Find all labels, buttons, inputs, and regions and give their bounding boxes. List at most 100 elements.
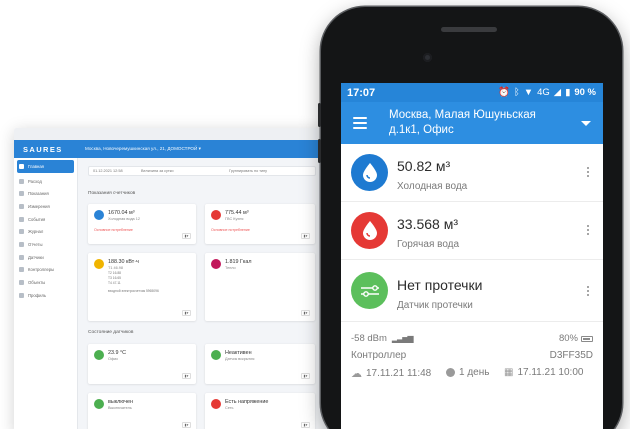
sensor-value: 23.9 °C xyxy=(108,350,127,356)
sync-period-value: 1 день xyxy=(459,367,490,378)
sensor-menu-button[interactable]: ▮▾ xyxy=(182,422,191,428)
sensor-value: выключен xyxy=(108,399,134,405)
sidebar-item[interactable]: Расход xyxy=(14,175,77,188)
list-item[interactable]: Нет протечки Датчик протечки xyxy=(341,260,603,322)
sidebar-item-label: Объекты xyxy=(28,280,46,286)
status-bar: 17:07 ⏰ ᛒ ▼ 4G ◢ ▮ 90 % xyxy=(341,83,603,102)
cloud-upload-icon: ☁ xyxy=(351,368,362,380)
meter-card[interactable]: 1.819 Гкал Тепло ▮▾ xyxy=(205,253,315,321)
volume-button xyxy=(318,139,321,163)
switch-icon xyxy=(94,399,104,409)
sidebar-item[interactable]: Главная xyxy=(17,160,74,173)
sensor-menu-button[interactable]: ▮▾ xyxy=(301,422,310,428)
list-item[interactable]: 33.568 м³ Горячая вода xyxy=(341,202,603,260)
power-icon xyxy=(211,399,221,409)
sidebar-item[interactable]: Контроллеры xyxy=(14,264,77,277)
sidebar-item[interactable]: Профиль xyxy=(14,289,77,302)
meter-value: 1670.04 м³ xyxy=(108,210,135,216)
controller-panel[interactable]: -58 dBm ▂▃▅▆ 80% Контроллер D3FF35D ☁ 17… xyxy=(341,322,603,392)
meter-card[interactable]: 775.44 м³ ГВС Кухня Основное потребление… xyxy=(205,204,315,244)
sidebar-item[interactable]: Объекты xyxy=(14,276,77,289)
menu-icon[interactable] xyxy=(353,114,367,132)
chevron-down-icon[interactable] xyxy=(581,120,591,126)
saures-logo: SAURES xyxy=(23,144,63,154)
meter-label: ГВС Кухня xyxy=(225,217,244,221)
sidebar-item-icon xyxy=(19,178,24,184)
sidebar-item-label: Расход xyxy=(28,178,42,184)
meter-card[interactable]: 188.30 кВт·ч Т1 46.98 Т2 16.88 Т3 16.65 … xyxy=(88,253,196,321)
object-selector[interactable]: Москва, Новочеремушкинская ул., 21, ДОМО… xyxy=(85,146,201,152)
filter-group[interactable]: Группировать по типу xyxy=(225,169,267,173)
phone-device: 17:07 ⏰ ᛒ ▼ 4G ◢ ▮ 90 % Москва, Малая Юш… xyxy=(318,7,622,429)
sensor-menu-button[interactable]: ▮▾ xyxy=(301,373,310,379)
battery-icon: ▮ xyxy=(565,87,571,98)
meters-section-title: Показания счетчиков xyxy=(88,191,136,196)
sensor-card[interactable]: 23.9 °C Офис ▮▾ xyxy=(88,344,196,384)
sidebar-item-label: Отчеты xyxy=(28,241,43,247)
sensor-card[interactable]: Есть напряжение Сеть ▮▾ xyxy=(205,393,315,429)
meter-note: Основное потребление xyxy=(94,228,133,232)
meter-tariff: Т3 16.65 xyxy=(108,276,122,280)
water-drop-icon xyxy=(351,154,388,191)
meter-menu-button[interactable]: ▮▾ xyxy=(301,233,310,239)
meter-menu-button[interactable]: ▮▾ xyxy=(182,233,191,239)
sidebar-item[interactable]: События xyxy=(14,213,77,226)
sensor-label: Сеть xyxy=(225,406,234,410)
meter-card[interactable]: 1670.04 м³ Холодная вода 12 Основное пот… xyxy=(88,204,196,244)
signal-info: -58 dBm ▂▃▅▆ xyxy=(351,333,413,344)
controller-battery: 80% xyxy=(559,333,593,344)
sensor-menu-button[interactable]: ▮▾ xyxy=(182,373,191,379)
next-sync-time: 17.11.21 10:00 xyxy=(517,367,584,378)
more-vert-icon[interactable] xyxy=(586,223,590,237)
sidebar-item-label: События xyxy=(28,216,46,222)
calendar-icon: ▦ xyxy=(504,367,514,378)
meter-value: 33.568 м³ xyxy=(397,216,458,232)
desktop-screen: SAURES Москва, Новочеремушкинская ул., 2… xyxy=(14,128,336,429)
water-drop-icon xyxy=(211,210,221,220)
more-vert-icon[interactable] xyxy=(586,165,590,179)
sidebar-item[interactable]: Датчики xyxy=(14,251,77,264)
sidebar-item-label: Профиль xyxy=(28,292,47,298)
sensor-card[interactable]: выключен Выключатель ▮▾ xyxy=(88,393,196,429)
object-name: д.1к1, Офис xyxy=(389,124,454,136)
wifi-icon: ▼ xyxy=(523,87,534,98)
meter-menu-button[interactable]: ▮▾ xyxy=(182,310,191,316)
sidebar-item[interactable]: Отчеты xyxy=(14,238,77,251)
sidebar-item-icon xyxy=(19,191,24,197)
sidebar-item-label: Журнал xyxy=(28,229,44,235)
sensor-value: Неактивен xyxy=(225,350,252,356)
volume-button xyxy=(318,103,321,127)
sidebar-item-label: Показания xyxy=(28,191,49,197)
meter-value: 775.44 м³ xyxy=(225,210,249,216)
sensors-section-title: Состояние датчиков xyxy=(88,330,134,335)
meter-label: Холодная вода 12 xyxy=(108,217,140,221)
water-drop-icon xyxy=(94,210,104,220)
sensor-card[interactable]: Неактивен Датчик вскрытия ▮▾ xyxy=(205,344,315,384)
sidebar-item[interactable]: Показания xyxy=(14,187,77,200)
sidebar-item[interactable]: Журнал xyxy=(14,225,77,238)
sidebar-item-icon xyxy=(19,203,24,209)
sensor-label: Выключатель xyxy=(108,406,132,410)
list-item[interactable]: 50.82 м³ Холодная вода xyxy=(341,144,603,202)
sidebar-item-icon xyxy=(19,216,24,222)
more-vert-icon[interactable] xyxy=(586,284,590,298)
sidebar-item-icon xyxy=(19,254,24,260)
sidebar-item-label: Контроллеры xyxy=(28,267,55,273)
status-time: 17:07 xyxy=(347,86,376,99)
battery-icon xyxy=(581,335,593,342)
filter-bar[interactable]: 01.12.2021 12:58 Величина за сутки Групп… xyxy=(88,166,316,176)
sidebar-item[interactable]: Измерения xyxy=(14,200,77,213)
controller-serial: D3FF35D xyxy=(549,350,593,361)
object-title[interactable]: Москва, Малая Юшуньская д.1к1, Офис xyxy=(389,108,581,138)
filter-period[interactable]: Величина за сутки xyxy=(137,169,225,173)
sidebar-item-label: Измерения xyxy=(28,203,50,209)
meter-menu-button[interactable]: ▮▾ xyxy=(301,310,310,316)
filter-date[interactable]: 01.12.2021 12:58 xyxy=(89,169,137,173)
lightbulb-icon xyxy=(94,259,104,269)
meter-label: Холодная вода xyxy=(397,181,468,192)
sidebar-item-icon xyxy=(19,280,24,286)
battery-percent: 90 % xyxy=(574,87,596,98)
sensor-value: Есть напряжение xyxy=(225,399,269,405)
sensor-value: Нет протечки xyxy=(397,277,483,293)
signal-icon: ◢ xyxy=(553,87,562,98)
